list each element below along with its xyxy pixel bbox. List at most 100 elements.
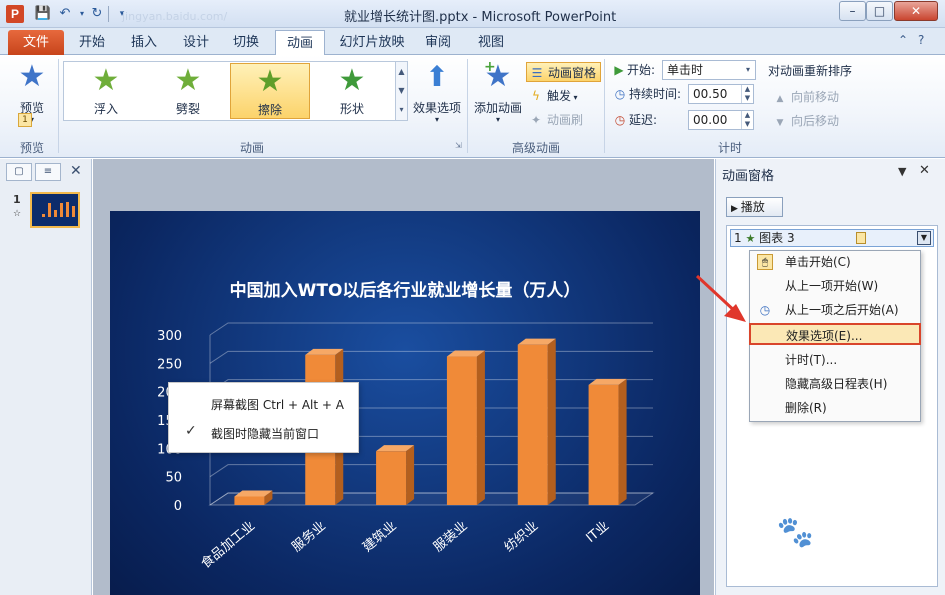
close-button[interactable]: ✕: [894, 1, 938, 21]
baidu-watermark-url: jingyan.baidu.com: [743, 553, 872, 570]
menu-hide-advanced-timeline[interactable]: 隐藏高级日程表(H): [750, 373, 920, 395]
start-value: 单击时: [667, 63, 704, 77]
animation-item-number: 1: [734, 231, 742, 245]
y-tick-label: 0: [174, 499, 182, 514]
x-tick-label: 建筑业: [359, 518, 399, 555]
menu-start-on-click[interactable]: 🖱 单击开始(C): [750, 251, 920, 273]
minimize-button[interactable]: –: [839, 1, 866, 21]
bar-side: [476, 350, 485, 505]
redo-icon[interactable]: ↻: [88, 5, 106, 23]
tab-insert[interactable]: 插入: [126, 30, 162, 55]
tab-home[interactable]: 开始: [74, 30, 110, 55]
gallery-more-icon[interactable]: ▾: [395, 100, 407, 120]
tab-animations[interactable]: 动画: [275, 30, 325, 55]
delay-value: 00.00: [693, 113, 728, 127]
preview-star-icon: ★: [18, 59, 46, 94]
slides-tab[interactable]: ▢: [6, 163, 32, 181]
preview-label: 预览: [19, 101, 44, 115]
x-tick-label: 食品加工业: [198, 518, 258, 572]
maximize-button[interactable]: □: [866, 1, 893, 21]
close-icon[interactable]: ✕: [919, 163, 930, 178]
gallery-item-float-in[interactable]: ★ 浮入: [66, 63, 146, 119]
animation-item-menu: 🖱 单击开始(C) 从上一项开始(W) ◷ 从上一项之后开始(A) 效果选项(E…: [749, 250, 921, 422]
play-button[interactable]: ▶ 播放: [726, 197, 783, 217]
duration-field[interactable]: 00.50 ▲ ▼: [688, 84, 754, 104]
group-label-animation: 动画: [239, 141, 264, 155]
thumbnail-chart-icon: [42, 202, 75, 217]
animation-pane-button[interactable]: ☰ 动画窗格: [526, 62, 602, 82]
animation-item-label: 图表 3: [759, 231, 795, 245]
animation-gallery: ★ 浮入 ★ 劈裂 ★ 擦除 ★ 形状 ▲ ▼ ▾: [63, 61, 408, 121]
delay-spinner[interactable]: ▲ ▼: [741, 111, 753, 129]
chevron-down-icon: ▾: [495, 115, 500, 124]
add-animation-button[interactable]: ★ + 添加动画 ▾: [471, 59, 525, 129]
bar: [446, 356, 477, 505]
trigger-button[interactable]: ϟ 触发 ▾: [528, 86, 578, 106]
tab-view[interactable]: 视图: [473, 30, 509, 55]
delay-field[interactable]: 00.00 ▲ ▼: [688, 110, 754, 130]
menu-delete[interactable]: 删除(R): [750, 397, 920, 419]
group-separator: [58, 59, 59, 153]
animation-painter-label: 动画刷: [547, 113, 584, 127]
screen-capture-item[interactable]: 屏幕截图 Ctrl + Alt + A: [211, 396, 344, 413]
slide-thumbnail[interactable]: [30, 192, 80, 228]
menu-timing[interactable]: 计时(T)...: [750, 349, 920, 371]
gallery-item-split[interactable]: ★ 劈裂: [148, 63, 228, 119]
hide-window-item[interactable]: 截图时隐藏当前窗口: [211, 425, 319, 442]
undo-icon[interactable]: ↶: [56, 5, 74, 23]
add-animation-label: 添加动画: [473, 101, 522, 115]
dialog-launcher-icon[interactable]: ⇲: [455, 141, 462, 150]
gallery-scroll-down-icon[interactable]: ▼: [395, 81, 407, 100]
star-icon: ★: [338, 63, 366, 98]
move-earlier-button[interactable]: ▲ 向前移动: [772, 87, 839, 107]
animation-painter-button[interactable]: ✦ 动画刷: [528, 110, 583, 130]
preview-button[interactable]: ★ 预览 ▾: [10, 59, 54, 129]
powerpoint-icon[interactable]: P: [6, 5, 24, 23]
chevron-down-icon[interactable]: ▼: [917, 231, 931, 245]
chevron-down-icon[interactable]: ▾: [741, 61, 755, 79]
y-tick-label: 50: [165, 471, 182, 486]
start-select[interactable]: 单击时 ▾: [662, 60, 756, 80]
gridline: [209, 322, 653, 336]
bar-side: [547, 338, 556, 505]
tab-slideshow[interactable]: 幻灯片放映: [336, 30, 408, 55]
gridline: [209, 464, 653, 478]
menu-start-with-previous[interactable]: 从上一项开始(W): [750, 275, 920, 297]
minimize-ribbon-icon[interactable]: ⌃: [898, 33, 908, 47]
menu-effect-options[interactable]: 效果选项(E)...: [749, 323, 921, 345]
animation-pane-label: 动画窗格: [548, 66, 597, 80]
help-icon[interactable]: ?: [918, 33, 924, 47]
pane-options-icon[interactable]: ▼: [898, 165, 906, 178]
star-icon: ★: [256, 64, 284, 99]
tab-review[interactable]: 审阅: [420, 30, 456, 55]
close-pane-icon[interactable]: ✕: [70, 163, 82, 179]
animation-item[interactable]: 1 ★ 图表 3 ▼: [730, 229, 934, 247]
bar-side: [618, 378, 627, 505]
tab-transitions[interactable]: 切换: [228, 30, 264, 55]
start-label: ▶ 开始:: [614, 60, 655, 80]
gallery-item-shape[interactable]: ★ 形状: [312, 63, 392, 119]
tab-file[interactable]: 文件: [8, 30, 64, 55]
gallery-item-label: 擦除: [257, 103, 282, 117]
move-later-button[interactable]: ▼ 向后移动: [772, 111, 839, 131]
gallery-scroll-up-icon[interactable]: ▲: [395, 62, 407, 81]
qat-separator: [108, 6, 109, 22]
trigger-label: 触发: [547, 89, 572, 103]
outline-tab[interactable]: ≡: [35, 163, 61, 181]
mouse-icon: 🖱: [757, 254, 773, 270]
gallery-item-wipe[interactable]: ★ 擦除: [230, 63, 310, 119]
delay-clock-icon: ◷: [614, 113, 626, 127]
menu-start-after-previous[interactable]: ◷ 从上一项之后开始(A): [750, 299, 920, 321]
star-icon: ★: [745, 232, 756, 245]
plus-icon: +: [484, 59, 496, 75]
duration-spinner[interactable]: ▲ ▼: [741, 85, 753, 103]
bar: [588, 384, 619, 505]
save-icon[interactable]: 💾: [34, 5, 52, 23]
star-icon: ★: [92, 63, 120, 98]
animation-tag[interactable]: 1: [18, 113, 32, 127]
bar: [517, 344, 548, 505]
chart-floor: [208, 492, 655, 506]
tab-design[interactable]: 设计: [178, 30, 214, 55]
window-title: 就业增长统计图.pptx - Microsoft PowerPoint: [344, 10, 617, 25]
effect-options-button[interactable]: ⬆ 效果选项 ▾: [411, 59, 463, 129]
